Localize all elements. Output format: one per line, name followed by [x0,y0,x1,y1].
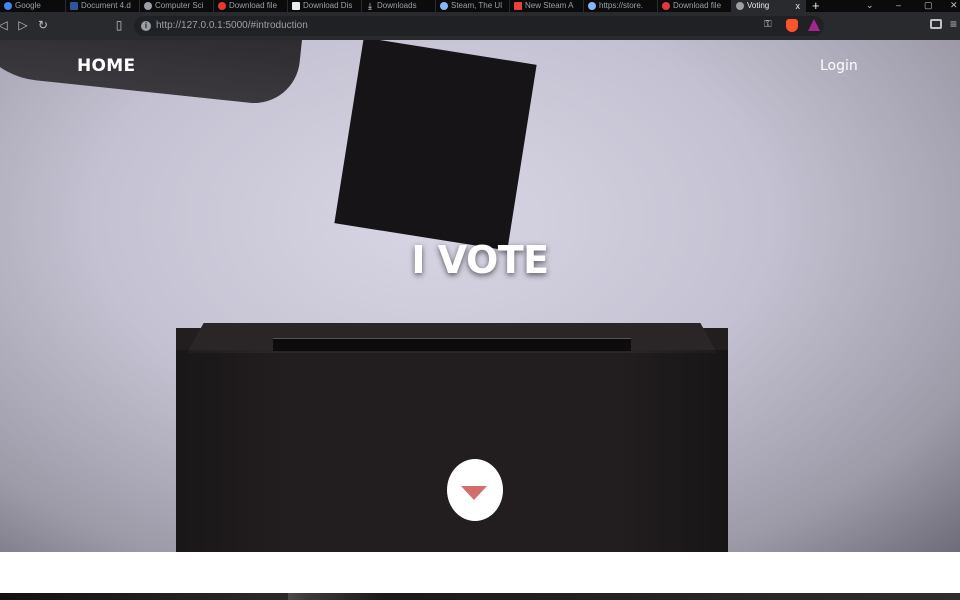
hand-image [0,40,304,108]
gmail-icon [514,2,522,10]
browser-tab-active[interactable]: Voting x [732,0,806,12]
url-text[interactable]: http://127.0.0.1:5000/#introduction [156,20,308,32]
forward-icon[interactable]: ▷ [16,18,30,32]
browser-tab[interactable]: Steam, The Ul [436,0,510,12]
browser-tab[interactable]: Document 4.d [66,0,140,12]
reload-icon[interactable]: ↻ [36,18,50,32]
tab-title: Document 4.d [81,1,131,10]
heart-icon [218,2,226,10]
browser-toolbar: ◁ ▷ ↻ ▯ i http://127.0.0.1:5000/#introdu… [0,12,960,40]
bottom-partial-image [0,593,960,600]
tab-title: Downloads [377,1,417,10]
download-icon: ⤓ [368,1,372,11]
close-tab-icon[interactable]: x [796,0,801,12]
brave-rewards-icon[interactable] [808,19,820,31]
maximize-icon[interactable]: ▢ [924,0,933,10]
key-icon[interactable]: ⚿ [764,19,772,30]
tab-title: https://store. [599,1,644,10]
google-icon [4,2,12,10]
browser-tab[interactable]: Download file [214,0,288,12]
scroll-down-button[interactable] [447,459,503,521]
browser-tab[interactable]: Google [0,0,66,12]
new-tab-button[interactable]: + [812,0,820,12]
globe-icon [144,2,152,10]
heart-icon [662,2,670,10]
tab-title: Steam, The Ul [451,1,502,10]
minimize-icon[interactable]: – [896,0,901,10]
browser-tab[interactable]: Computer Sci [140,0,214,12]
ballot-paper-image [334,40,537,251]
bookmark-icon[interactable]: ▯ [112,18,126,32]
back-icon[interactable]: ◁ [0,18,10,32]
browser-tab[interactable]: New Steam A [510,0,584,12]
address-bar[interactable]: i http://127.0.0.1:5000/#introduction ⚿ [134,16,824,36]
ballot-box-shading [176,350,728,552]
tab-title: Voting [747,1,770,10]
tab-title: Computer Sci [155,1,204,10]
browser-tab-strip: Google Document 4.d Computer Sci Downloa… [0,0,960,12]
hero-title: I VOTE [411,238,549,282]
browser-tab[interactable]: ⤓ Downloads [362,0,436,12]
site-info-icon[interactable]: i [141,21,151,31]
tab-title: Download Dis [303,1,353,10]
word-icon [70,2,78,10]
steam-icon [440,2,448,10]
tab-title: Download file [229,1,278,10]
tab-title: New Steam A [525,1,574,10]
tab-title: Google [15,1,41,10]
window-close-icon[interactable]: ✕ [950,0,958,10]
browser-tab[interactable]: Download file [658,0,732,12]
chevron-down-icon[interactable]: ⌄ [866,0,874,10]
nav-login-link[interactable]: Login [820,58,858,74]
nav-home-link[interactable]: HOME [77,56,135,76]
wallet-icon[interactable] [930,19,942,29]
arrow-down-icon [461,486,487,500]
hero-section: HOME Login I VOTE [0,40,960,552]
browser-tab[interactable]: https://store. [584,0,658,12]
brave-shields-icon[interactable] [786,19,798,32]
steam-icon [588,2,596,10]
tab-title: Download file [673,1,722,10]
doc-icon [292,2,300,10]
globe-icon [736,2,744,10]
menu-icon[interactable]: ≡ [950,17,957,31]
browser-tab[interactable]: Download Dis [288,0,362,12]
